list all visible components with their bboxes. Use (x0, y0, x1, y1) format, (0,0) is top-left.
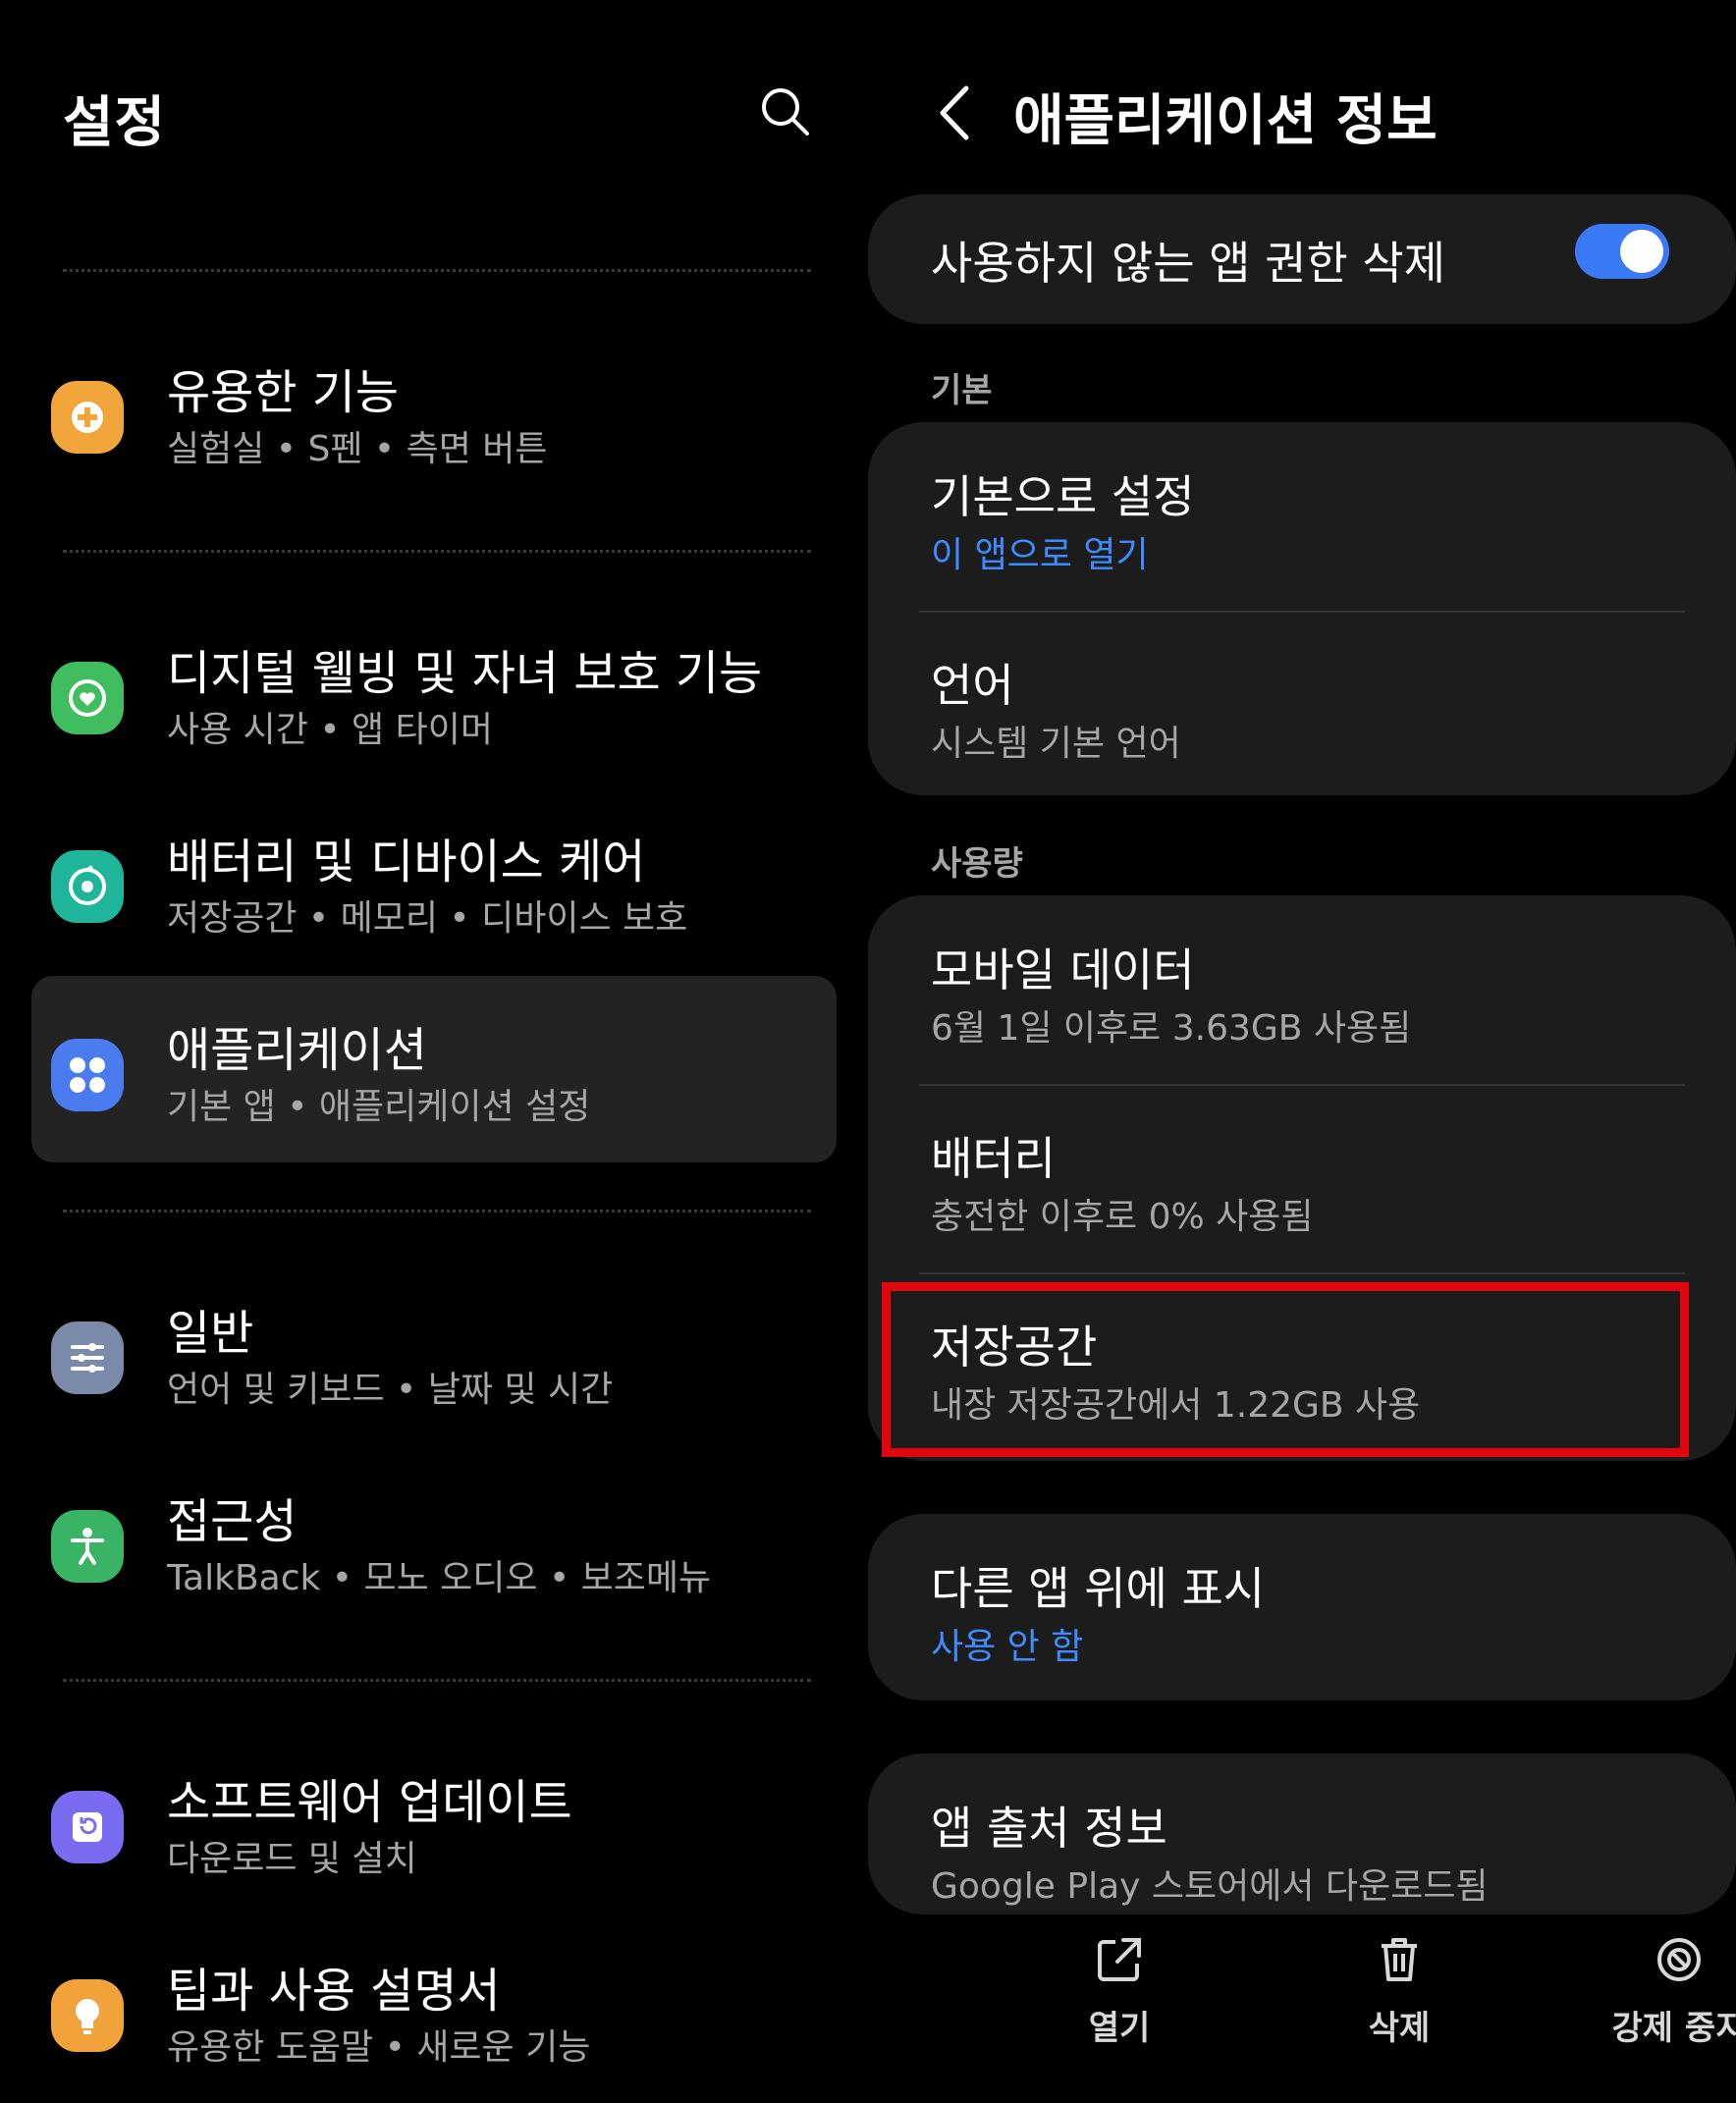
section-header-usage: 사용량 (931, 844, 1023, 884)
item-title: 소프트웨어 업데이트 (167, 1775, 572, 1830)
back-arrow-icon[interactable] (931, 79, 980, 147)
set-default-row[interactable]: 기본으로 설정 이 앱으로 열기 (868, 422, 1736, 611)
puzzle-plus-icon (51, 381, 124, 454)
row-subtitle: Google Play 스토어에서 다운로드됨 (931, 1866, 1489, 1907)
app-source-card: 앱 출처 정보 Google Play 스토어에서 다운로드됨 (868, 1753, 1736, 1914)
update-icon (51, 1791, 124, 1863)
highlight-box (882, 1282, 1689, 1457)
item-subtitle: TalkBack • 모노 오디오 • 보조메뉴 (167, 1558, 712, 1598)
overlay-card: 다른 앱 위에 표시 사용 안 함 (868, 1514, 1736, 1700)
open-external-icon (1098, 1938, 1141, 1981)
item-title: 유용한 기능 (167, 365, 400, 420)
basic-card: 기본으로 설정 이 앱으로 열기 언어 시스템 기본 언어 (868, 422, 1736, 795)
item-subtitle: 저장공간 • 메모리 • 디바이스 보호 (167, 898, 688, 939)
bulb-icon (51, 1979, 124, 2052)
item-subtitle: 사용 시간 • 앱 타이머 (167, 710, 493, 750)
row-title: 언어 (931, 659, 1014, 712)
delete-button[interactable]: 삭제 (1301, 1932, 1497, 2049)
display-over-apps-row[interactable]: 다른 앱 위에 표시 사용 안 함 (868, 1514, 1736, 1700)
toggle-label: 사용하지 않는 앱 권한 삭제 (931, 237, 1446, 290)
settings-item-applications[interactable]: 애플리케이션 기본 앱 • 애플리케이션 설정 (31, 976, 837, 1162)
divider (63, 550, 811, 553)
divider (63, 1679, 811, 1682)
battery-row[interactable]: 배터리 충전한 이후로 0% 사용됨 (868, 1086, 1736, 1272)
device-care-icon (51, 850, 124, 923)
row-subtitle: 이 앱으로 열기 (931, 535, 1149, 575)
row-title: 앱 출처 정보 (931, 1802, 1167, 1855)
settings-item-general[interactable]: 일반 언어 및 키보드 • 날짜 및 시간 (31, 1259, 837, 1445)
apps-icon (51, 1039, 124, 1111)
settings-item-useful-features[interactable]: 유용한 기능 실험실 • S펜 • 측면 버튼 (31, 318, 837, 505)
settings-item-digital-wellbeing[interactable]: 디지털 웰빙 및 자녀 보호 기능 사용 시간 • 앱 타이머 (31, 599, 837, 785)
item-subtitle: 실험실 • S펜 • 측면 버튼 (167, 429, 548, 469)
trash-icon (1382, 1938, 1417, 1981)
item-title: 디지털 웰빙 및 자녀 보호 기능 (167, 646, 763, 701)
item-title: 팁과 사용 설명서 (167, 1964, 501, 2019)
item-subtitle: 기본 앱 • 애플리케이션 설정 (167, 1087, 591, 1127)
item-title: 일반 (167, 1306, 254, 1361)
row-title: 기본으로 설정 (931, 470, 1195, 523)
row-title: 모바일 데이터 (931, 944, 1195, 997)
item-subtitle: 언어 및 키보드 • 날짜 및 시간 (167, 1370, 614, 1410)
remove-permissions-row[interactable]: 사용하지 않는 앱 권한 삭제 (868, 194, 1736, 324)
item-subtitle: 다운로드 및 설치 (167, 1839, 417, 1879)
remove-permissions-toggle[interactable] (1575, 224, 1669, 279)
app-source-row[interactable]: 앱 출처 정보 Google Play 스토어에서 다운로드됨 (868, 1753, 1736, 1914)
open-label: 열기 (1088, 2009, 1151, 2048)
search-icon[interactable] (756, 82, 815, 141)
settings-pane: 설정 유용한 기능 실험실 • S펜 • 측면 버튼 디지털 웰빙 및 자녀 보… (0, 0, 844, 2070)
open-button[interactable]: 열기 (1021, 1932, 1218, 2049)
row-subtitle: 시스템 기본 언어 (931, 724, 1181, 764)
item-title: 접근성 (167, 1494, 298, 1549)
row-title: 다른 앱 위에 표시 (931, 1562, 1266, 1615)
page-title: 설정 (63, 91, 167, 155)
force-stop-label: 강제 중지 (1611, 2009, 1736, 2048)
row-subtitle: 6월 1일 이후로 3.63GB 사용됨 (931, 1008, 1412, 1049)
app-info-pane: 애플리케이션 정보 사용하지 않는 앱 권한 삭제 기본 기본으로 설정 이 앱… (844, 0, 1736, 2070)
row-title: 배터리 (931, 1132, 1056, 1185)
divider (63, 1210, 811, 1213)
settings-item-accessibility[interactable]: 접근성 TalkBack • 모노 오디오 • 보조메뉴 (31, 1447, 837, 1634)
item-title: 애플리케이션 (167, 1023, 427, 1078)
row-subtitle: 충전한 이후로 0% 사용됨 (931, 1197, 1314, 1237)
wellbeing-icon (51, 662, 124, 734)
sliders-icon (51, 1321, 124, 1394)
language-row[interactable]: 언어 시스템 기본 언어 (868, 613, 1736, 795)
row-subtitle: 사용 안 함 (931, 1627, 1084, 1667)
item-subtitle: 유용한 도움말 • 새로운 기능 (167, 2027, 591, 2068)
item-title: 배터리 및 디바이스 케어 (167, 835, 646, 890)
divider (63, 269, 811, 272)
settings-item-software-update[interactable]: 소프트웨어 업데이트 다운로드 및 설치 (31, 1728, 837, 1914)
page-title: 애플리케이션 정보 (1013, 89, 1438, 153)
stop-icon (1657, 1938, 1701, 1981)
settings-item-battery-device-care[interactable]: 배터리 및 디바이스 케어 저장공간 • 메모리 • 디바이스 보호 (31, 787, 837, 974)
permission-toggle-card: 사용하지 않는 앱 권한 삭제 (868, 194, 1736, 324)
toggle-knob (1620, 230, 1663, 273)
force-stop-button[interactable]: 강제 중지 (1581, 1932, 1736, 2049)
accessibility-icon (51, 1510, 124, 1583)
delete-label: 삭제 (1368, 2009, 1431, 2048)
settings-item-tips-manual[interactable]: 팁과 사용 설명서 유용한 도움말 • 새로운 기능 (31, 1916, 837, 2103)
mobile-data-row[interactable]: 모바일 데이터 6월 1일 이후로 3.63GB 사용됨 (868, 895, 1736, 1084)
section-header-basic: 기본 (931, 371, 993, 410)
